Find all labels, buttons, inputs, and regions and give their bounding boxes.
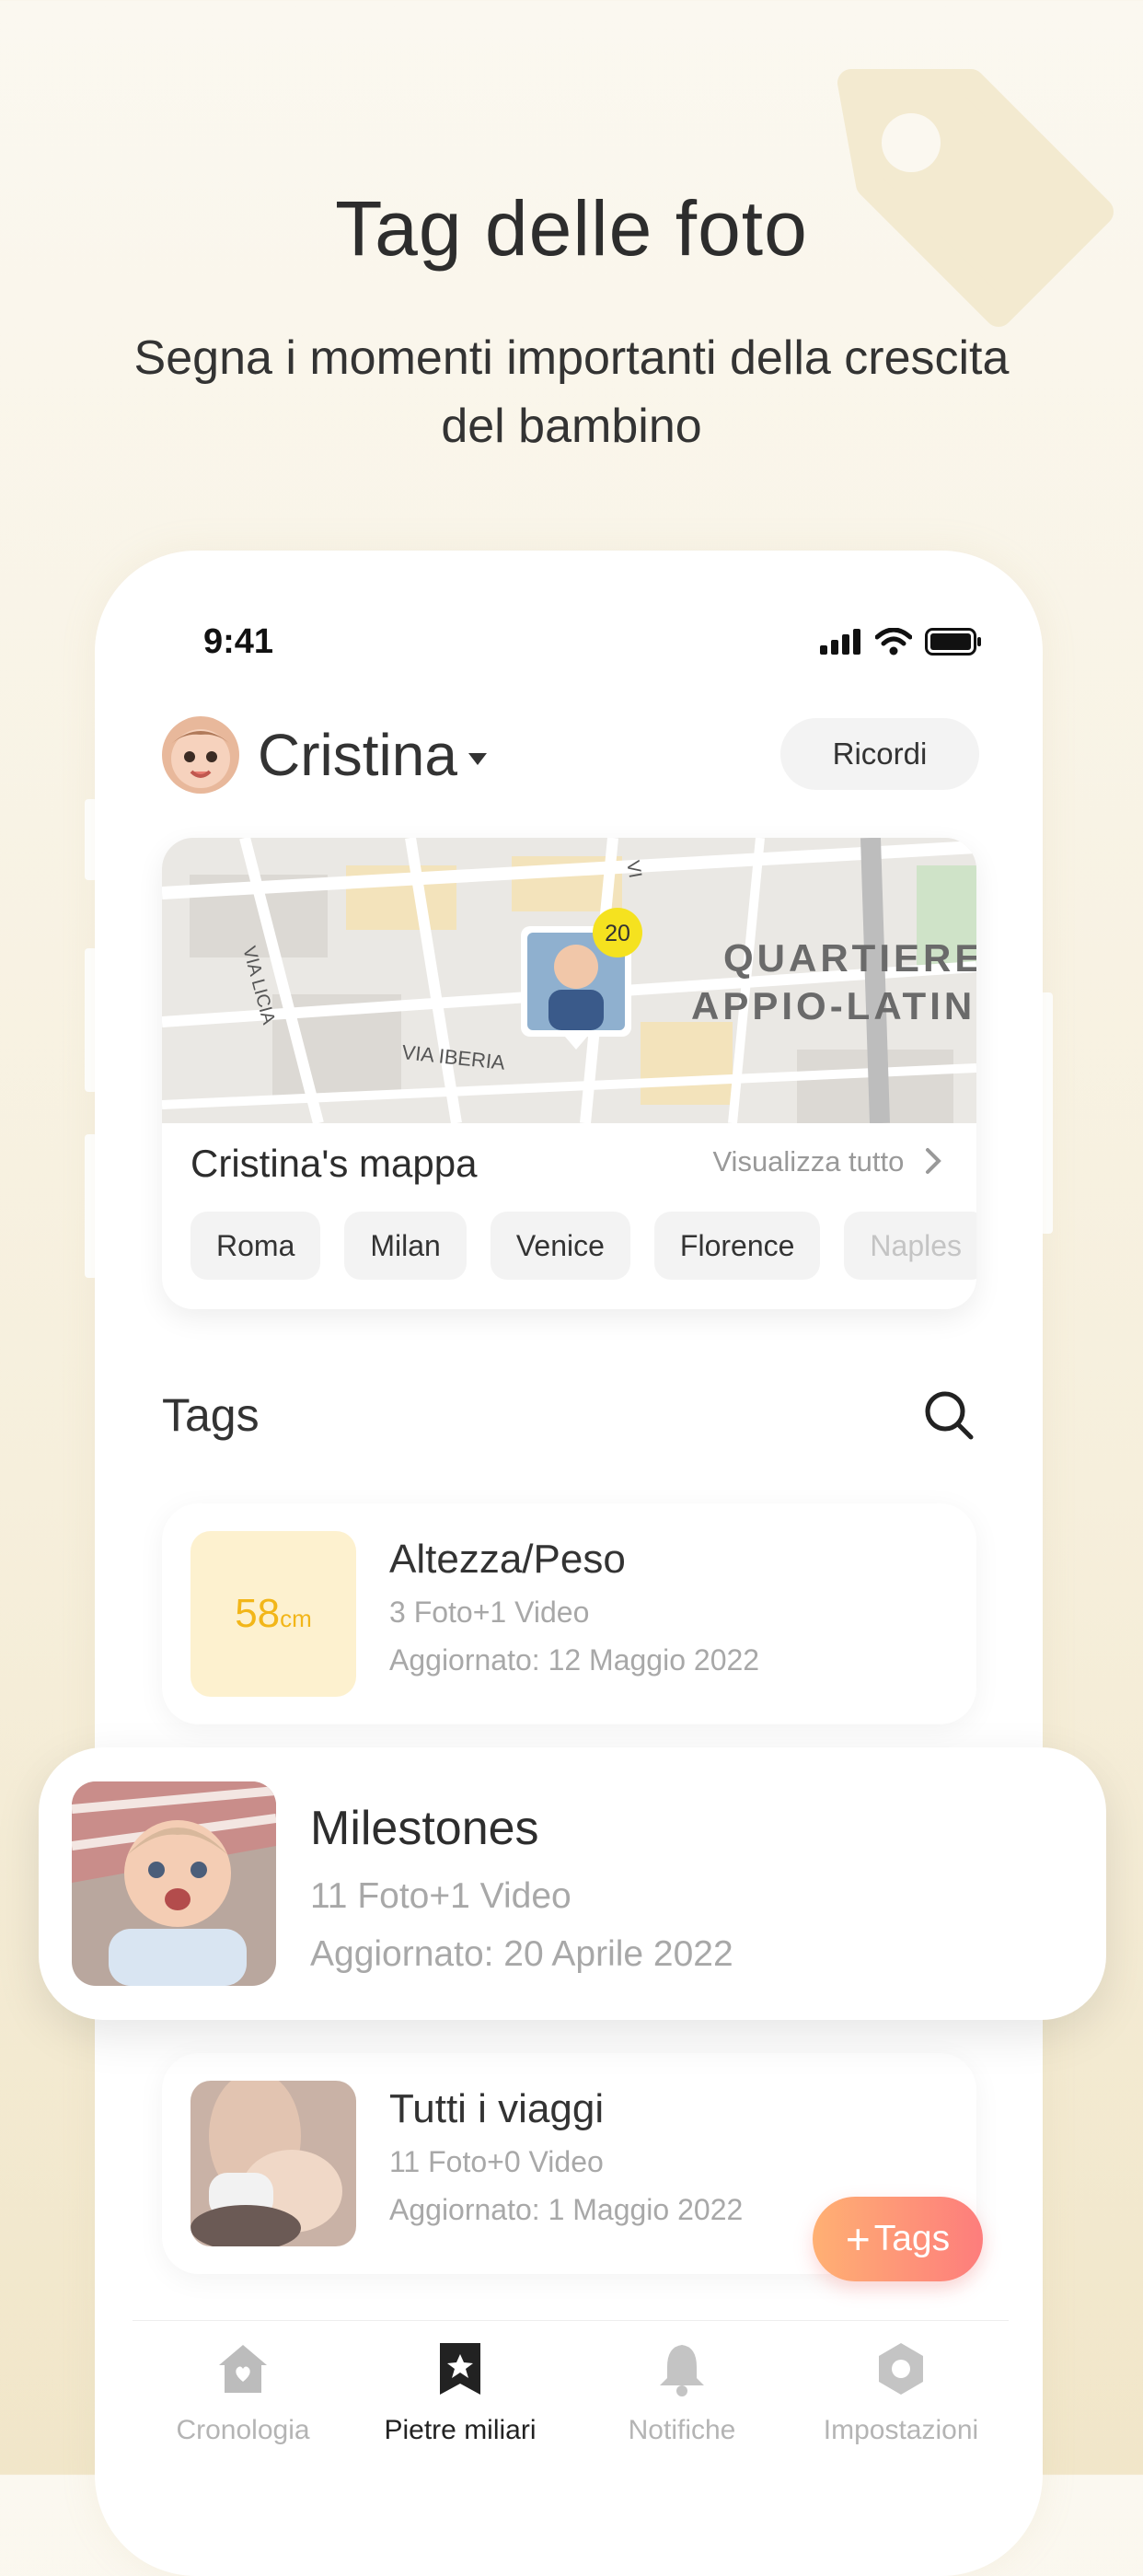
hero-subtitle: Segna i momenti importanti della crescit… [133,331,1010,453]
tag-updated-date: Aggiornato: 20 Aprile 2022 [310,1934,733,1974]
bell-icon [660,2345,704,2396]
see-all-link[interactable]: Visualizza tutto [712,1145,943,1178]
map-photo-pin[interactable]: 20 [521,908,642,1050]
status-icons [820,628,982,656]
city-chips: Roma Milan Venice Florence Naples [190,1212,976,1280]
settings-icon [879,2343,923,2395]
tab-bar: Cronologia Pietre miliari Notifiche Impo… [133,2320,1009,2476]
measurement-unit: cm [280,1605,312,1632]
tab-notifications[interactable]: Notifiche [572,2339,792,2446]
status-time: 9:41 [203,622,274,661]
profile-name: Cristina [258,722,457,788]
profile-selector[interactable]: Cristina [162,716,487,794]
tag-updated-date: Aggiornato: 1 Maggio 2022 [389,2193,744,2226]
tag-media-count: 11 Foto+0 Video [389,2145,604,2178]
chevron-right-icon [926,1148,941,1174]
milestone-photo-thumb [72,1781,276,1986]
tag-title: Milestones [310,1802,539,1855]
map-title: Cristina's mappa [190,1142,478,1185]
tag-title: Altezza/Peso [389,1537,626,1582]
chevron-down-icon [468,752,487,765]
tag-media-count: 3 Foto+1 Video [389,1595,590,1629]
signal-icon [820,629,860,655]
map-district-label: APPIO-LATIN [691,984,976,1027]
add-tags-label: Tags [873,2219,951,2258]
city-chip[interactable]: Naples [844,1212,976,1280]
measurement-thumb: 58cm [190,1531,356,1697]
wifi-icon [875,628,912,656]
tab-label: Cronologia [176,2415,310,2445]
memories-button[interactable]: Ricordi [780,718,979,790]
city-chip[interactable]: Milan [344,1212,467,1280]
tab-label: Impostazioni [823,2415,979,2445]
map-card: VIA LICIA VIA IBERIA VI QUARTIERE APPIO-… [162,838,976,1309]
tag-updated-date: Aggiornato: 12 Maggio 2022 [389,1643,760,1677]
plus-icon: + [845,2215,871,2263]
search-icon[interactable] [922,1388,976,1442]
tags-section-title: Tags [162,1389,260,1441]
tab-milestones[interactable]: Pietre miliari [350,2339,571,2446]
map-view[interactable]: VIA LICIA VIA IBERIA VI QUARTIERE APPIO-… [162,838,976,1123]
city-chip[interactable]: Venice [490,1212,630,1280]
tag-card-milestones[interactable]: Milestones 11 Foto+1 Video Aggiornato: 2… [39,1747,1106,2020]
city-chip[interactable]: Roma [190,1212,321,1280]
map-district-label: QUARTIERE [723,936,976,980]
tab-timeline[interactable]: Cronologia [133,2339,353,2446]
avatar [162,716,239,794]
home-icon [219,2345,267,2393]
battery-icon [925,628,981,656]
tab-label: Notifiche [628,2415,736,2445]
tab-label: Pietre miliari [384,2415,537,2445]
city-chip[interactable]: Florence [653,1212,821,1280]
tab-settings[interactable]: Impostazioni [791,2339,1011,2446]
map-street-label: VI [622,859,645,879]
tag-media-count: 11 Foto+1 Video [310,1876,572,1916]
tag-card-height-weight[interactable]: 58cm Altezza/Peso 3 Foto+1 Video Aggiorn… [162,1503,976,1724]
see-all-label: Visualizza tutto [712,1145,905,1178]
map-photo-count: 20 [605,921,630,946]
hero-title: Tag delle foto [335,185,808,272]
trip-photo-thumb [190,2081,356,2246]
bookmark-star-icon [440,2343,480,2395]
measurement-value: 58 [235,1591,281,1636]
add-tags-button[interactable]: + Tags [813,2197,983,2281]
tag-title: Tutti i viaggi [389,2086,605,2131]
